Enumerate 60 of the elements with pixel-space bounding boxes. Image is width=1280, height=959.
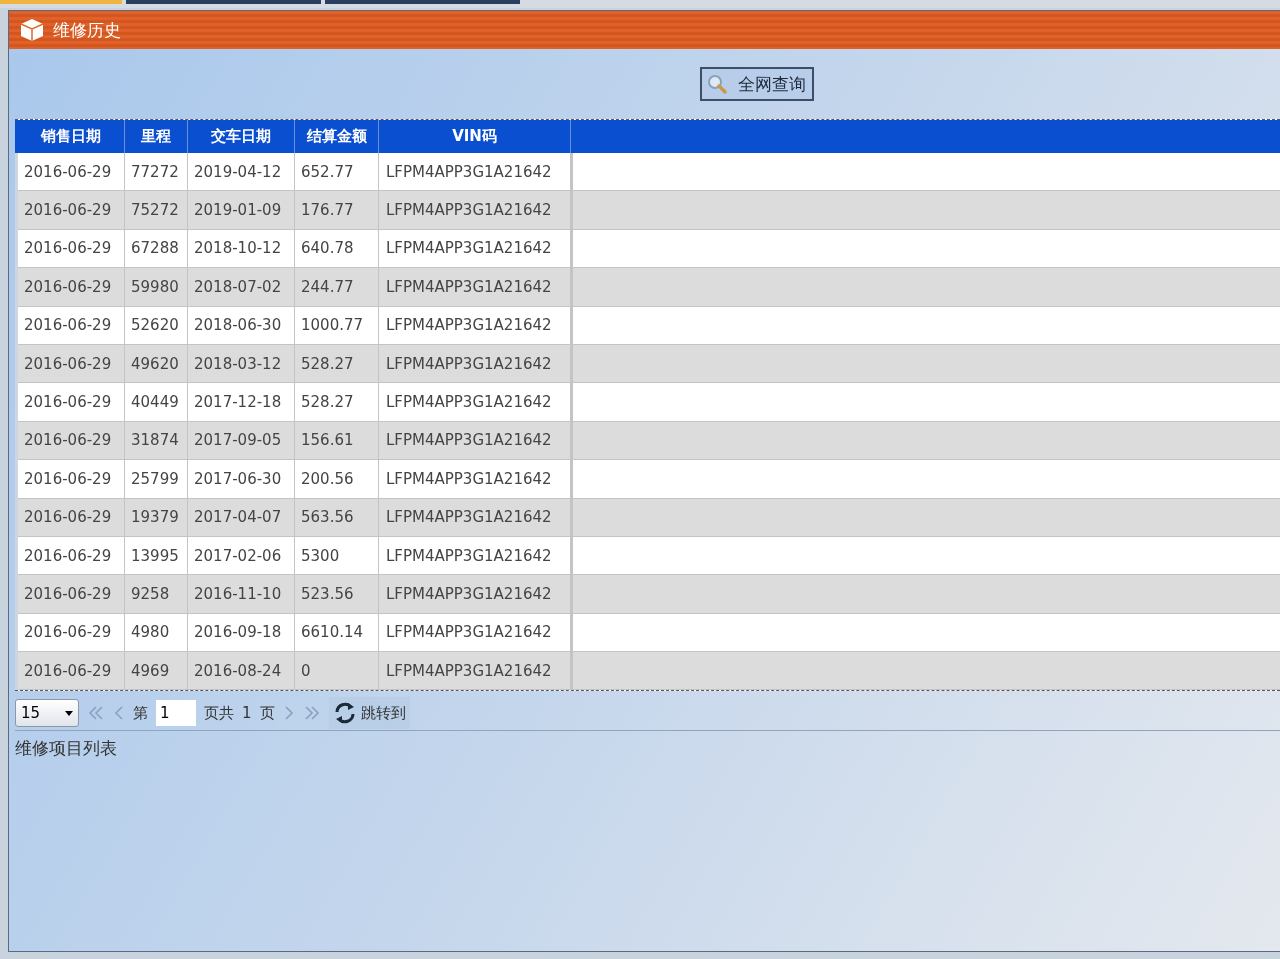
table-cell: 4969 bbox=[125, 652, 188, 691]
page-label: 页 bbox=[259, 703, 275, 723]
table-cell: LFPM4APP3G1A21642 bbox=[379, 460, 571, 499]
table-cell: 2016-06-29 bbox=[18, 306, 125, 345]
page-size-select[interactable]: 15 bbox=[15, 699, 79, 728]
table-cell: 52620 bbox=[125, 306, 188, 345]
table-cell: 2017-06-30 bbox=[188, 460, 295, 499]
table-cell: 528.27 bbox=[295, 383, 379, 422]
caret-icon bbox=[65, 710, 73, 716]
table-cell: 2016-06-29 bbox=[18, 191, 125, 230]
table-cell: 2017-04-07 bbox=[188, 498, 295, 537]
jump-button[interactable]: 跳转到 bbox=[328, 697, 410, 730]
table-cell: 563.56 bbox=[295, 498, 379, 537]
first-page-icon[interactable] bbox=[87, 705, 105, 722]
table-cell: 2017-12-18 bbox=[188, 383, 295, 422]
table-cell: LFPM4APP3G1A21642 bbox=[379, 191, 571, 230]
table-cell: 200.56 bbox=[295, 460, 379, 499]
table-cell: 176.77 bbox=[295, 191, 379, 230]
total-pages: 1 bbox=[242, 704, 252, 723]
table-cell: 9258 bbox=[125, 575, 188, 614]
table-cell: 523.56 bbox=[295, 575, 379, 614]
section-caption: 维修项目列表 bbox=[15, 737, 118, 761]
table-cell: 2016-06-29 bbox=[18, 383, 125, 422]
table-cell: 2016-06-29 bbox=[18, 575, 125, 614]
table-cell: 2019-01-09 bbox=[188, 191, 295, 230]
table-cell: 2016-06-29 bbox=[18, 460, 125, 499]
table-cell: 2016-06-29 bbox=[18, 498, 125, 537]
page-input[interactable]: 1 bbox=[156, 700, 196, 727]
table-cell: 25799 bbox=[125, 460, 188, 499]
page-label: 第 bbox=[133, 703, 148, 723]
table-cell: LFPM4APP3G1A21642 bbox=[379, 306, 571, 345]
table-cell: 2016-08-24 bbox=[188, 652, 295, 691]
table-cell: 75272 bbox=[125, 191, 188, 230]
table-cell: 1000.77 bbox=[295, 306, 379, 345]
table-cell: LFPM4APP3G1A21642 bbox=[379, 652, 571, 691]
table-cell: 0 bbox=[295, 652, 379, 691]
table-cell: LFPM4APP3G1A21642 bbox=[379, 268, 571, 307]
background-tab[interactable] bbox=[126, 0, 321, 4]
table-cell: 2016-06-29 bbox=[18, 652, 125, 691]
table-cell: 2018-07-02 bbox=[188, 268, 295, 307]
table-cell: LFPM4APP3G1A21642 bbox=[379, 575, 571, 614]
window-title: 维修历史 bbox=[53, 18, 121, 42]
background-tab[interactable] bbox=[325, 0, 520, 4]
search-icon bbox=[706, 73, 728, 95]
table-cell: LFPM4APP3G1A21642 bbox=[379, 498, 571, 537]
table-cell: 244.77 bbox=[295, 268, 379, 307]
last-page-icon[interactable] bbox=[302, 705, 321, 722]
previous-page-icon[interactable] bbox=[113, 705, 125, 722]
table-cell: 19379 bbox=[125, 498, 188, 537]
table-cell: 2016-11-10 bbox=[188, 575, 295, 614]
search-button[interactable]: 全网查询 bbox=[700, 67, 814, 101]
table-cell: 40449 bbox=[125, 383, 188, 422]
background-tab[interactable] bbox=[0, 0, 122, 4]
table-cell: 2018-06-30 bbox=[188, 306, 295, 345]
table-cell: 2016-06-29 bbox=[18, 268, 125, 307]
table-cell: LFPM4APP3G1A21642 bbox=[379, 383, 571, 422]
next-page-icon[interactable] bbox=[282, 705, 295, 722]
table-cell: 59980 bbox=[125, 268, 188, 307]
cube-icon bbox=[19, 17, 45, 43]
page-label: 页共 bbox=[204, 703, 234, 723]
